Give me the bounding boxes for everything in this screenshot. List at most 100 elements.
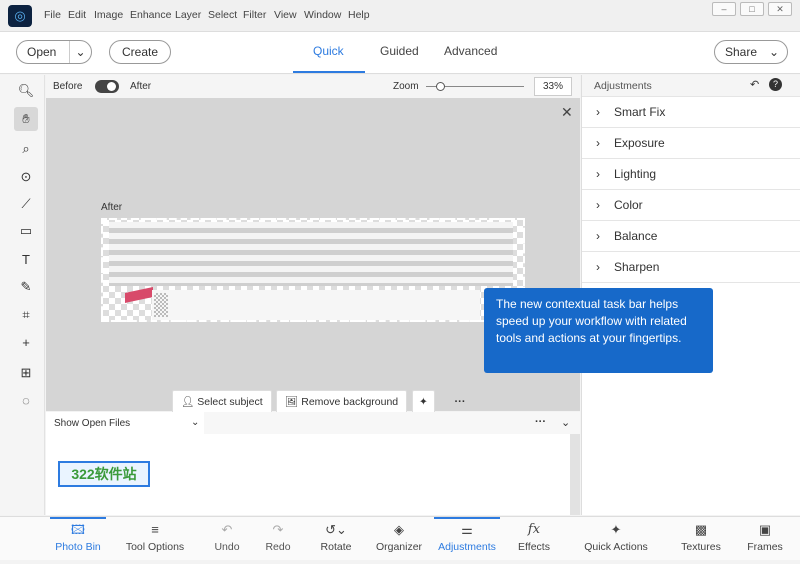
hand-tool-icon[interactable]: ✋︎	[14, 107, 38, 131]
drag-handle-icon[interactable]	[154, 293, 168, 317]
maximize-button[interactable]: □	[740, 2, 764, 16]
label: Undo	[214, 541, 240, 553]
whiten-teeth-icon[interactable]: ⟋	[14, 192, 38, 216]
open-button[interactable]: Open ⌄	[16, 40, 92, 64]
select-subject-button[interactable]: 👤︎ Select subject	[172, 390, 272, 414]
photo-icon: 🖾	[70, 522, 86, 537]
textures-button[interactable]: ▩ Textures	[676, 517, 726, 561]
menu-window[interactable]: Window	[304, 9, 341, 21]
close-window-button[interactable]: ✕	[768, 2, 792, 16]
before-after-toggle[interactable]	[95, 80, 119, 93]
adjustment-label: Exposure	[614, 136, 665, 150]
straighten-icon[interactable]: ▭	[14, 219, 38, 243]
organizer-icon: ◈	[394, 522, 404, 537]
before-label: Before	[53, 81, 83, 92]
quick-selection-icon[interactable]: ⌕	[14, 137, 38, 161]
adjustment-lighting[interactable]: › Lighting	[582, 159, 800, 190]
lasso-icon[interactable]: ◌	[14, 389, 38, 413]
label: Frames	[747, 541, 783, 553]
adjustment-smart-fix[interactable]: › Smart Fix	[582, 97, 800, 128]
adjustment-exposure[interactable]: › Exposure	[582, 128, 800, 159]
contextual-task-bar	[152, 290, 480, 320]
rotate-icon: ↺⌄	[325, 522, 347, 537]
photo-bin-header: Show Open Files ⌄ ··· ⌄	[46, 412, 580, 434]
adjustment-balance[interactable]: › Balance	[582, 221, 800, 252]
menu-select[interactable]: Select	[208, 9, 237, 21]
contextual-taskbar-tooltip: The new contextual task bar helps speed …	[484, 288, 713, 373]
zoom-tool-icon[interactable]: 🔍︎	[14, 79, 38, 103]
minimize-button[interactable]: –	[712, 2, 736, 16]
image-icon: 🖼︎	[285, 396, 302, 408]
move-tool-icon[interactable]: +	[14, 331, 38, 355]
zoom-slider[interactable]	[426, 82, 524, 91]
tool-options-icon: ≡	[151, 522, 159, 537]
more-options-button[interactable]: ···	[450, 390, 470, 414]
photo-bin-button[interactable]: 🖾 Photo Bin	[48, 517, 108, 561]
create-button[interactable]: Create	[109, 40, 171, 64]
frames-button[interactable]: ▣ Frames	[742, 517, 788, 561]
remove-background-button[interactable]: 🖼︎ Remove background	[276, 390, 408, 414]
add-image-icon[interactable]: ⊞	[14, 361, 38, 385]
adjustments-button[interactable]: ⚌ Adjustments	[434, 517, 500, 561]
title-bar: ◎ File Edit Image Enhance Layer Select F…	[0, 0, 800, 32]
after-label: After	[130, 81, 152, 92]
undo-button[interactable]: ↶ Undo	[207, 517, 247, 561]
redo-button[interactable]: ↷ Redo	[258, 517, 298, 561]
bin-more-button[interactable]: ···	[535, 416, 546, 428]
tab-quick[interactable]: Quick	[313, 44, 344, 58]
adjustment-label: Lighting	[614, 167, 657, 181]
spot-healing-icon[interactable]: ✎	[14, 275, 38, 299]
active-tab-indicator	[293, 71, 365, 73]
view-label: After	[101, 202, 123, 213]
menu-edit[interactable]: Edit	[68, 9, 86, 21]
adjustments-header: Adjustments ↶ ?	[582, 75, 800, 97]
menu-enhance[interactable]: Enhance	[130, 9, 171, 21]
adjustment-label: Balance	[614, 229, 658, 243]
chevron-down-icon[interactable]: ⌄	[69, 41, 91, 63]
organizer-button[interactable]: ◈ Organizer	[372, 517, 426, 561]
label: Organizer	[375, 541, 423, 553]
zoom-value-field[interactable]: 33%	[534, 77, 572, 96]
menu-file[interactable]: File	[44, 9, 61, 21]
app-logo-icon: ◎	[8, 5, 32, 27]
adjustment-label: Sharpen	[614, 260, 660, 274]
menu-help[interactable]: Help	[348, 9, 370, 21]
menu-view[interactable]: View	[274, 9, 297, 21]
label: Photo Bin	[55, 541, 101, 553]
tab-advanced[interactable]: Advanced	[444, 44, 497, 58]
collapse-chevron-icon[interactable]: ⌄	[561, 416, 570, 429]
share-button[interactable]: Share ⌄	[714, 40, 788, 64]
reset-icon[interactable]: ↶	[750, 78, 759, 91]
rotate-button[interactable]: ↺⌄ Rotate	[313, 517, 359, 561]
zoom-label: Zoom	[393, 81, 419, 92]
chevron-down-icon: ⌄	[191, 417, 200, 428]
person-icon: 👤︎	[181, 396, 198, 408]
quick-actions-button[interactable]: ✦ Quick Actions	[580, 517, 652, 561]
menu-image[interactable]: Image	[94, 9, 123, 21]
adjustments-title: Adjustments	[594, 80, 652, 92]
thumbnail-text: 322软件站	[71, 466, 137, 482]
adjustment-color[interactable]: › Color	[582, 190, 800, 221]
open-file-thumbnail[interactable]: 322软件站	[58, 461, 150, 487]
crop-tool-icon[interactable]: ⌗	[14, 303, 38, 327]
image-fragment	[125, 287, 153, 303]
help-icon[interactable]: ?	[769, 78, 782, 91]
sparkle-icon: ✦	[419, 396, 428, 408]
show-open-files-dropdown[interactable]: Show Open Files ⌄	[46, 412, 204, 434]
label: Adjustments	[438, 541, 496, 553]
red-eye-icon[interactable]: ⊙	[14, 165, 38, 189]
adjustment-sharpen[interactable]: › Sharpen	[582, 252, 800, 283]
generative-sparkle-button[interactable]: ✦	[412, 390, 435, 414]
menu-filter[interactable]: Filter	[243, 9, 266, 21]
main-toolbar: Open ⌄ Create Quick Guided Advanced Shar…	[0, 32, 800, 74]
close-icon[interactable]: ✕	[561, 104, 573, 121]
zoom-slider-handle[interactable]	[436, 82, 445, 91]
menu-layer[interactable]: Layer	[175, 9, 201, 21]
effects-button[interactable]: fx Effects	[512, 517, 556, 561]
tool-options-button[interactable]: ≡ Tool Options	[120, 517, 190, 561]
label: Rotate	[320, 541, 352, 553]
bin-scrollbar[interactable]	[570, 434, 580, 515]
tab-guided[interactable]: Guided	[380, 44, 419, 58]
type-tool-icon[interactable]: T	[14, 248, 38, 272]
tools-panel: 🔍︎ ✋︎ ⌕ ⊙ ⟋ ▭ T ✎ ⌗ + ⊞ ◌	[0, 75, 45, 515]
